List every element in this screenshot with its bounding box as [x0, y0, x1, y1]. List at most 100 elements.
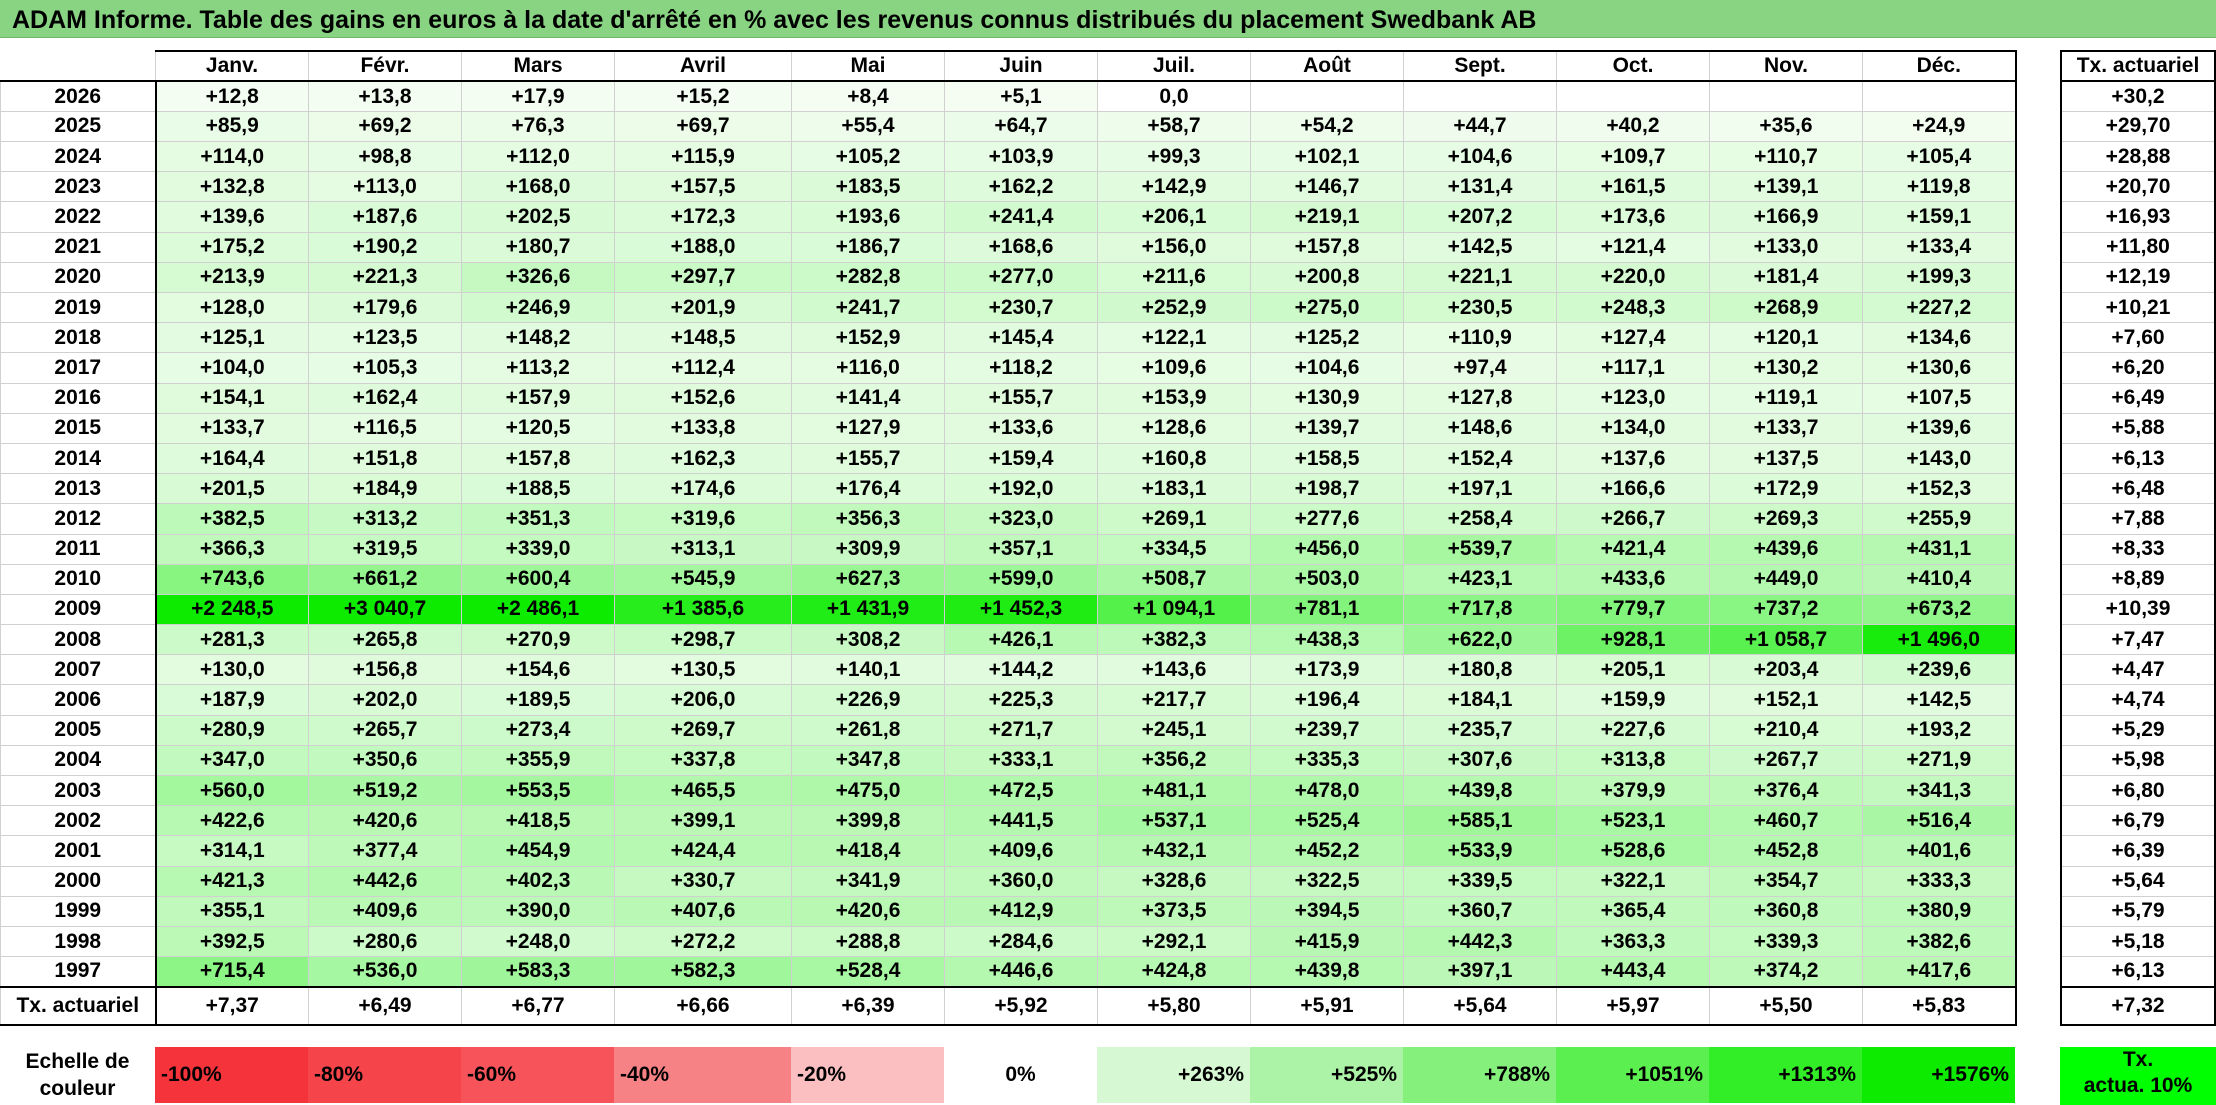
color-scale-label-line2: couleur: [39, 1077, 116, 1100]
gain-cell: +743,6: [155, 563, 309, 595]
year-label: 2012: [0, 503, 157, 535]
gain-cell: +297,7: [614, 261, 792, 294]
year-label: 2026: [0, 80, 157, 112]
gain-cell: +265,7: [308, 714, 462, 746]
tx-actuariel-cell: +6,49: [2060, 382, 2216, 414]
gain-cell: +164,4: [155, 442, 309, 475]
gain-cell: +54,2: [1250, 110, 1404, 143]
gain-cell: +397,1: [1403, 956, 1557, 988]
tx-actuariel-cell: +6,20: [2060, 352, 2216, 384]
tx-actuariel-cell: +20,70: [2060, 171, 2216, 203]
gain-cell: +478,0: [1250, 774, 1404, 807]
gain-cell: +134,6: [1862, 322, 2017, 354]
gain-cell: +392,5: [155, 925, 309, 958]
table-row: 2008 +281,3 +265,8 +270,9 +298,7 +308,2 +426,1…: [0, 624, 2017, 656]
gain-cell: +280,9: [155, 714, 309, 746]
gain-cell: +421,3: [155, 865, 309, 897]
gain-cell: [1556, 80, 1710, 112]
gain-cell: +162,3: [614, 442, 792, 475]
gain-cell: +421,4: [1556, 533, 1710, 565]
gain-cell: +76,3: [461, 110, 615, 143]
report-title-bar: ADAM Informe. Table des gains en euros à…: [0, 0, 2216, 38]
table-row: 2025 +85,9 +69,2 +76,3 +69,7 +55,4 +64,7 +58,7 +…: [0, 110, 2017, 143]
table-row: 2009 +2 248,5 +3 040,7 +2 486,1 +1 385,6 +1 4…: [0, 593, 2017, 626]
footer-tx-cell: +6,39: [791, 985, 945, 1026]
gain-cell: +40,2: [1556, 110, 1710, 143]
month-header: Sept.: [1403, 49, 1557, 83]
table-row: 2006 +187,9 +202,0 +189,5 +206,0 +226,9 +225,3…: [0, 684, 2017, 716]
gain-cell: +122,1: [1097, 322, 1251, 354]
gain-cell: +176,4: [791, 473, 945, 505]
color-scale-swatch: -100%: [155, 1047, 308, 1103]
gain-cell: +184,1: [1403, 684, 1557, 716]
corner-cell: [0, 51, 156, 83]
gain-cell: +319,5: [308, 533, 462, 565]
gain-cell: [1403, 80, 1557, 112]
gain-cell: +146,7: [1250, 171, 1404, 203]
gain-cell: +525,4: [1250, 805, 1404, 837]
tx-actua-line2: actua. 10%: [2083, 1074, 2193, 1097]
gain-cell: +508,7: [1097, 563, 1251, 595]
gain-cell: +239,7: [1250, 714, 1404, 746]
gain-cell: +127,8: [1403, 382, 1557, 414]
gain-cell: +155,7: [791, 442, 945, 475]
gain-cell: +271,7: [944, 714, 1098, 746]
gain-cell: +409,6: [308, 895, 462, 927]
gain-cell: +433,6: [1556, 563, 1710, 595]
gain-cell: +154,1: [155, 382, 309, 414]
gain-cell: +339,3: [1709, 925, 1863, 958]
gain-cell: +148,5: [614, 322, 792, 354]
gain-cell: +58,7: [1097, 110, 1251, 143]
gain-cell: +1 496,0: [1862, 624, 2017, 656]
gain-cell: +715,4: [155, 956, 309, 988]
gain-cell: +449,0: [1709, 563, 1863, 595]
gain-cell: +350,6: [308, 744, 462, 777]
gain-cell: +365,4: [1556, 895, 1710, 927]
gain-cell: +85,9: [155, 110, 309, 143]
year-label: 2005: [0, 714, 157, 746]
gain-cell: +418,5: [461, 805, 615, 837]
gain-cell: +537,1: [1097, 805, 1251, 837]
gain-cell: +193,6: [791, 201, 945, 233]
gain-cell: +322,5: [1250, 865, 1404, 897]
table-row: 2017 +104,0 +105,3 +113,2 +112,4 +116,0 +118,2…: [0, 352, 2017, 384]
gain-cell: +158,5: [1250, 442, 1404, 475]
gain-cell: +174,6: [614, 473, 792, 505]
gain-cell: +12,8: [155, 80, 309, 112]
gain-cell: +130,2: [1709, 352, 1863, 384]
gain-cell: +152,6: [614, 382, 792, 414]
gain-cell: +374,2: [1709, 956, 1863, 988]
tx-actuariel-cell: +10,21: [2060, 291, 2216, 324]
gain-cell: +123,0: [1556, 382, 1710, 414]
gain-cell: +407,6: [614, 895, 792, 927]
gain-cell: +206,0: [614, 684, 792, 716]
tx-actuariel-cell: +12,19: [2060, 261, 2216, 294]
gain-cell: +127,9: [791, 412, 945, 444]
month-header: Déc.: [1862, 49, 2017, 83]
gain-cell: +130,6: [1862, 352, 2017, 384]
gain-cell: +438,3: [1250, 624, 1404, 656]
table-row: 2018 +125,1 +123,5 +148,2 +148,5 +152,9 +145,4…: [0, 322, 2017, 354]
gain-cell: +241,7: [791, 291, 945, 324]
gain-cell: +431,1: [1862, 533, 2017, 565]
gain-cell: +277,0: [944, 261, 1098, 294]
gain-cell: +157,5: [614, 171, 792, 203]
table-row: 2007 +130,0 +156,8 +154,6 +130,5 +140,1 +144,2…: [0, 654, 2017, 686]
gain-cell: +399,1: [614, 805, 792, 837]
gain-cell: [1250, 80, 1404, 112]
gain-cell: +284,6: [944, 925, 1098, 958]
year-label: 2016: [0, 382, 157, 414]
tx-actuariel-table: Tx. actuariel +30,2 +29,70 +28,88 +20,70 +16,…: [2060, 49, 2216, 1026]
year-label: 2000: [0, 865, 157, 897]
gain-cell: +201,9: [614, 291, 792, 324]
gain-cell: +248,0: [461, 925, 615, 958]
year-label: 2003: [0, 774, 157, 807]
tx-actuariel-cell: +5,29: [2060, 714, 2216, 746]
gain-cell: +528,4: [791, 956, 945, 988]
gain-cell: +412,9: [944, 895, 1098, 927]
gain-cell: +673,2: [1862, 593, 2017, 626]
gain-cell: +184,9: [308, 473, 462, 505]
gain-cell: +193,2: [1862, 714, 2017, 746]
gain-cell: +314,1: [155, 835, 309, 867]
gain-cell: +190,2: [308, 231, 462, 263]
